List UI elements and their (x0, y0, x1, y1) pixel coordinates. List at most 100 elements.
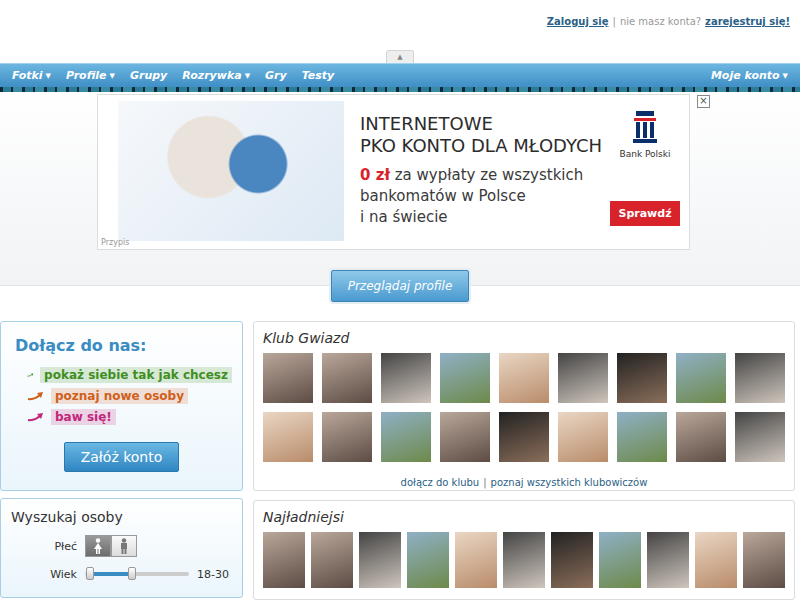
profile-photo[interactable] (263, 412, 313, 462)
ad-headline: PKO KONTO DLA MŁODYCH (360, 135, 600, 157)
collapse-toggle[interactable]: ▲ (386, 50, 414, 63)
register-prompt: nie masz konta? (620, 16, 701, 27)
club-photos (263, 353, 785, 462)
profile-photo[interactable] (499, 412, 549, 462)
profile-photo[interactable] (322, 353, 372, 403)
male-icon (119, 538, 129, 554)
profile-photo[interactable] (558, 353, 608, 403)
nav-bar: Fotki▼ Profile▼ Grupy Rozrywka▼ Gry Testy Moje… (0, 63, 800, 86)
bank-logo-icon (630, 109, 660, 145)
toggle-row: ▲ (0, 50, 800, 63)
slider-thumb[interactable] (86, 567, 94, 580)
profile-photo[interactable] (743, 532, 785, 588)
all-members-link[interactable]: poznaj wszystkich klubowiczów (491, 477, 648, 488)
profile-photo[interactable] (381, 353, 431, 403)
register-button[interactable]: Załóż konto (64, 442, 180, 472)
nav-item[interactable]: Grupy (130, 69, 167, 82)
ad-area: INTERNETOWEPKO KONTO DLA MŁODYCH 0 zł za … (0, 92, 800, 286)
age-reading: 18-30 (197, 568, 229, 581)
prettiest-photos (263, 532, 785, 588)
arrow-icon (27, 411, 45, 423)
join-item: pokaż siebie tak jak chcesz (27, 367, 232, 383)
caret-icon: ▼ (245, 72, 250, 80)
age-row: Wiek 18-30 (11, 567, 232, 581)
gender-row: Płeć (11, 535, 232, 557)
ad-body: 0 zł za wypłaty ze wszystkichbankomatów … (360, 165, 600, 228)
search-panel: Wyszukaj osoby Płeć Wiek 18-30 (0, 498, 243, 598)
separator: | (483, 477, 486, 488)
join-tag: poznaj nowe osoby (51, 388, 188, 404)
nav-item[interactable]: Rozrywka▼ (182, 69, 250, 82)
age-slider[interactable] (85, 567, 189, 581)
prettiest-panel: Najładniejsi (253, 500, 795, 600)
female-icon (93, 538, 103, 554)
nav-item[interactable]: Fotki▼ (12, 69, 51, 82)
register-link[interactable]: zarejestruj się! (705, 16, 790, 27)
ad-close-button[interactable]: × (697, 95, 710, 108)
gender-label: Płeć (11, 540, 77, 553)
slider-thumb[interactable] (128, 567, 136, 580)
profile-photo[interactable] (407, 532, 449, 588)
search-title: Wyszukaj osoby (11, 509, 232, 525)
ad-banner[interactable]: INTERNETOWEPKO KONTO DLA MŁODYCH 0 zł za … (97, 94, 690, 250)
profile-photo[interactable] (735, 412, 785, 462)
join-title: Dołącz do nas: (15, 336, 232, 355)
join-club-link[interactable]: dołącz do klubu (401, 477, 480, 488)
profile-photo[interactable] (617, 353, 667, 403)
gender-toggle (85, 535, 137, 557)
profile-photo[interactable] (322, 412, 372, 462)
slider-fill (90, 572, 132, 576)
age-label: Wiek (11, 568, 77, 581)
top-bar: Zaloguj się | nie masz konta? zarejestruj s… (0, 0, 800, 50)
profile-photo[interactable] (647, 532, 689, 588)
profile-photo[interactable] (440, 353, 490, 403)
profile-photo[interactable] (676, 412, 726, 462)
profile-photo[interactable] (311, 532, 353, 588)
join-item: baw się! (27, 409, 232, 425)
profile-photo[interactable] (558, 412, 608, 462)
caret-icon: ▼ (46, 72, 51, 80)
join-item: poznaj nowe osoby (27, 388, 232, 404)
ad-headline: INTERNETOWE (360, 113, 600, 135)
profile-photo[interactable] (551, 532, 593, 588)
profile-photo[interactable] (359, 532, 401, 588)
arrow-icon (27, 390, 45, 402)
profile-photo[interactable] (455, 532, 497, 588)
nav-item[interactable]: Gry (265, 69, 287, 82)
arrow-icon (27, 369, 34, 381)
account-menu[interactable]: Moje konto▼ (711, 69, 788, 82)
profile-photo[interactable] (263, 353, 313, 403)
join-tag: pokaż siebie tak jak chcesz (40, 367, 232, 383)
profile-photo[interactable] (695, 532, 737, 588)
ad-brand: Bank Polski Sprawdź (610, 109, 680, 249)
profile-photo[interactable] (440, 412, 490, 462)
left-column: Dołącz do nas: pokaż siebie tak jak chces… (0, 321, 243, 600)
profile-photo[interactable] (599, 532, 641, 588)
profile-photo[interactable] (499, 353, 549, 403)
main: Dołącz do nas: pokaż siebie tak jak chces… (0, 321, 800, 600)
brand-name: Bank Polski (620, 149, 671, 159)
join-panel: Dołącz do nas: pokaż siebie tak jak chces… (0, 321, 243, 491)
ad-picture (118, 101, 344, 241)
profile-photo[interactable] (503, 532, 545, 588)
gender-option[interactable] (111, 535, 137, 557)
page: Zaloguj się | nie masz konta? zarejestruj s… (0, 0, 800, 600)
club-panel: Klub Gwiazd dołącz do klubu| poznaj wszyst… (253, 321, 795, 491)
profile-photo[interactable] (735, 353, 785, 403)
ad-text: INTERNETOWEPKO KONTO DLA MŁODYCH 0 zł za … (360, 113, 600, 249)
nav-item[interactable]: Profile▼ (66, 69, 115, 82)
right-column: Klub Gwiazd dołącz do klubu| poznaj wszyst… (253, 321, 795, 600)
separator: | (613, 16, 616, 27)
browse-profiles-button[interactable]: Przeglądaj profile (331, 270, 470, 302)
club-title: Klub Gwiazd (263, 330, 785, 346)
gender-option[interactable] (85, 535, 111, 557)
caret-icon: ▼ (783, 72, 788, 80)
ad-button[interactable]: Sprawdź (610, 201, 679, 226)
nav-item[interactable]: Testy (302, 69, 335, 82)
profile-photo[interactable] (617, 412, 667, 462)
profile-photo[interactable] (263, 532, 305, 588)
profile-photo[interactable] (676, 353, 726, 403)
login-link[interactable]: Zaloguj się (547, 16, 609, 27)
ad-note: Przypis (101, 238, 129, 247)
profile-photo[interactable] (381, 412, 431, 462)
